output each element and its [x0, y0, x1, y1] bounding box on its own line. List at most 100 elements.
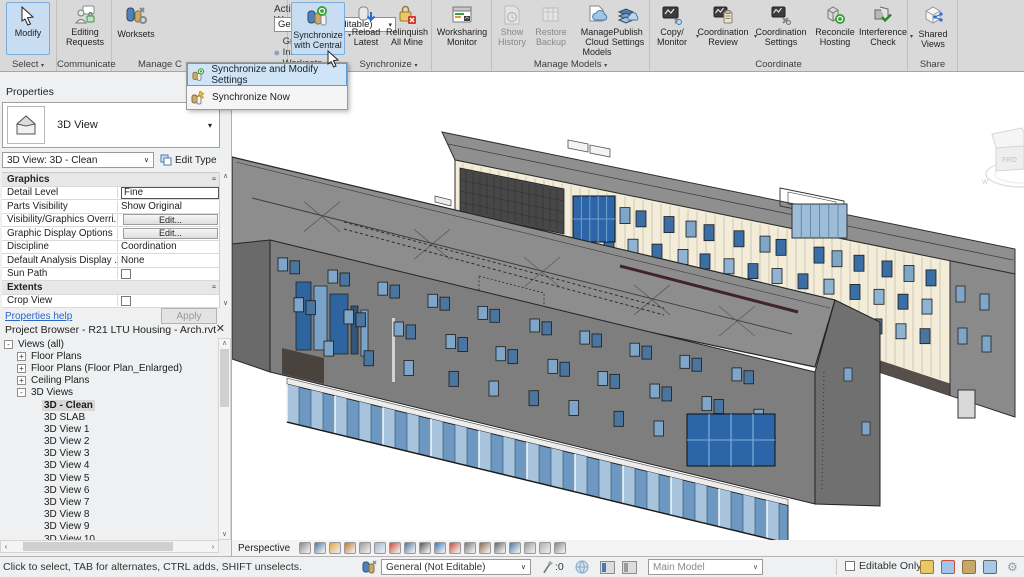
sun-path-checkbox[interactable] — [121, 269, 131, 279]
property-row[interactable]: Graphic Display OptionsEdit... — [2, 227, 220, 241]
lock-view-icon[interactable] — [464, 542, 476, 554]
tree-item[interactable]: -3D Views — [0, 387, 219, 399]
active-workset-dialog-icon[interactable] — [600, 561, 615, 574]
properties-help-link[interactable]: Properties help — [5, 311, 72, 322]
menu-item-synchronize-and-modify-settings[interactable]: Synchronize and Modify Settings — [187, 63, 347, 86]
relinquish-all-mine-button[interactable]: Relinquish All Mine — [385, 2, 429, 55]
select-by-face-icon[interactable] — [983, 560, 997, 574]
copy-monitor-button[interactable]: Copy/ Monitor ▾ — [652, 2, 692, 55]
property-row[interactable]: Default Analysis Display ...None — [2, 254, 220, 268]
publish-settings-button[interactable]: Publish Settings — [606, 2, 650, 55]
tree-expand-icon[interactable]: - — [4, 340, 13, 349]
tree-item[interactable]: 3D View 8 — [0, 509, 219, 521]
coordination-settings-button[interactable]: Coordination Settings — [754, 2, 808, 55]
temporary-isolate-icon[interactable] — [479, 542, 491, 554]
tree-item[interactable]: 3D View 1 — [0, 423, 219, 435]
section-graphics[interactable]: Graphics≈ — [2, 173, 220, 187]
property-row[interactable]: Parts VisibilityShow Original — [2, 200, 220, 214]
reload-latest-button[interactable]: Reload Latest — [347, 2, 385, 55]
coordination-review-button[interactable]: Coordination Review ▾ — [696, 2, 750, 55]
tree-expand-icon[interactable]: + — [17, 376, 26, 385]
editing-requests-button[interactable]: Editing Requests — [61, 2, 109, 55]
panel-worksharing-monitor: Worksharing Monitor — [432, 0, 492, 71]
photo-exposure-icon[interactable] — [404, 542, 416, 554]
select-caption[interactable]: Select ▾ — [0, 59, 56, 70]
property-row[interactable]: Detail LevelFine — [2, 187, 220, 201]
tree-item[interactable]: 3D View 4 — [0, 460, 219, 472]
tree-expand-icon[interactable]: + — [17, 364, 26, 373]
tree-vertical-scrollbar[interactable]: ∧∨ — [218, 338, 231, 540]
tree-horizontal-scrollbar[interactable]: ‹› — [0, 540, 219, 553]
properties-scrollbar[interactable]: ∧∨ — [219, 172, 231, 307]
tree-item[interactable]: 3D View 2 — [0, 436, 219, 448]
crop-view-checkbox[interactable] — [121, 296, 131, 306]
editing-requests-indicator[interactable]: :0 — [542, 560, 564, 573]
edit-type-button[interactable]: Edit Type — [158, 152, 220, 168]
browser-close-icon[interactable]: ✕ — [216, 322, 225, 335]
sun-path-icon[interactable] — [329, 542, 341, 554]
active-workset-status-select[interactable]: General (Not Editable)∨ — [381, 559, 531, 575]
tree-item[interactable]: +Floor Plans — [0, 350, 219, 362]
worksharing-display-icon[interactable] — [509, 542, 521, 554]
menu-item-synchronize-now[interactable]: Synchronize Now — [187, 86, 347, 109]
tree-item[interactable]: 3D View 7 — [0, 496, 219, 508]
property-row[interactable]: Crop View — [2, 295, 220, 309]
tree-item[interactable]: 3D View 3 — [0, 448, 219, 460]
modify-button[interactable]: Modify — [6, 2, 50, 55]
section-extents[interactable]: Extents≈ — [2, 281, 220, 295]
sketchy-lines-icon[interactable] — [359, 542, 371, 554]
selection-settings-gear-icon[interactable]: ⚙ — [1007, 560, 1018, 574]
crop-view-icon[interactable] — [434, 542, 446, 554]
tree-item[interactable]: +Floor Plans (Floor Plan_Enlarged) — [0, 362, 219, 374]
type-selector-arrow[interactable]: ▾ — [208, 121, 212, 130]
select-pinned-icon[interactable] — [962, 560, 976, 574]
manage-models-caption[interactable]: Manage Models ▾ — [492, 59, 649, 70]
worksharing-monitor-button[interactable]: Worksharing Monitor — [435, 2, 489, 55]
filter-icon[interactable] — [920, 560, 934, 574]
tree-item[interactable]: 3D View 9 — [0, 521, 219, 533]
tree-item[interactable]: 3D View 10 — [0, 533, 219, 540]
shared-views-button[interactable]: Shared Views — [912, 2, 954, 55]
tree-item[interactable]: 3D - Clean — [0, 399, 219, 411]
synchronize-with-central-button[interactable]: Synchronize with Central ▾ — [291, 2, 345, 55]
modify-label: Modify — [15, 28, 42, 38]
tree-item-label: 3D View 5 — [42, 473, 91, 484]
worksharing-display-icon[interactable] — [575, 560, 589, 574]
view-selector-combo[interactable]: 3D View: 3D - Clean∨ — [2, 152, 154, 168]
apply-button[interactable]: Apply — [161, 308, 217, 324]
depth-cueing-icon[interactable] — [374, 542, 386, 554]
show-crop-icon[interactable] — [449, 542, 461, 554]
coordinate-caption: Coordinate — [650, 59, 907, 70]
background-icon[interactable] — [419, 542, 431, 554]
constraints-icon[interactable] — [539, 542, 551, 554]
tree-expand-icon[interactable]: - — [17, 388, 26, 397]
visual-style-icon[interactable] — [314, 542, 326, 554]
editable-only-toggle[interactable]: Editable Only — [845, 560, 921, 572]
design-options-select[interactable]: Main Model∨ — [648, 559, 763, 575]
select-links-icon[interactable] — [941, 560, 955, 574]
property-row[interactable]: DisciplineCoordination — [2, 241, 220, 255]
reconcile-hosting-button[interactable]: Reconcile Hosting — [812, 2, 858, 55]
worksets-button[interactable]: Worksets — [114, 2, 158, 55]
tree-item[interactable]: 3D View 5 — [0, 472, 219, 484]
view-scale-icon[interactable] — [299, 542, 311, 554]
inactive-dialog-icon[interactable] — [622, 561, 637, 574]
edit-button[interactable]: Edit... — [123, 228, 218, 239]
reveal-hidden-icon[interactable] — [494, 542, 506, 554]
interference-check-button[interactable]: Interference Check ▾ — [860, 2, 906, 55]
property-row[interactable]: Visibility/Graphics Overri...Edit... — [2, 214, 220, 228]
tree-expand-icon[interactable]: + — [17, 352, 26, 361]
tree-item[interactable]: -Views (all) — [0, 338, 219, 350]
tree-item[interactable]: +Ceiling Plans — [0, 375, 219, 387]
tree-item[interactable]: 3D SLAB — [0, 411, 219, 423]
shadows-icon[interactable] — [344, 542, 356, 554]
edit-button[interactable]: Edit... — [123, 214, 218, 225]
expand-bar-icon[interactable] — [554, 542, 566, 554]
tree-item[interactable]: 3D View 6 — [0, 484, 219, 496]
editable-only-checkbox[interactable] — [845, 561, 855, 571]
drawing-area[interactable]: FROW Perspective — [232, 72, 1024, 556]
lighting-icon[interactable] — [389, 542, 401, 554]
temporary-properties-icon[interactable] — [524, 542, 536, 554]
property-row[interactable]: Sun Path — [2, 268, 220, 282]
perspective-label[interactable]: Perspective — [238, 543, 290, 554]
